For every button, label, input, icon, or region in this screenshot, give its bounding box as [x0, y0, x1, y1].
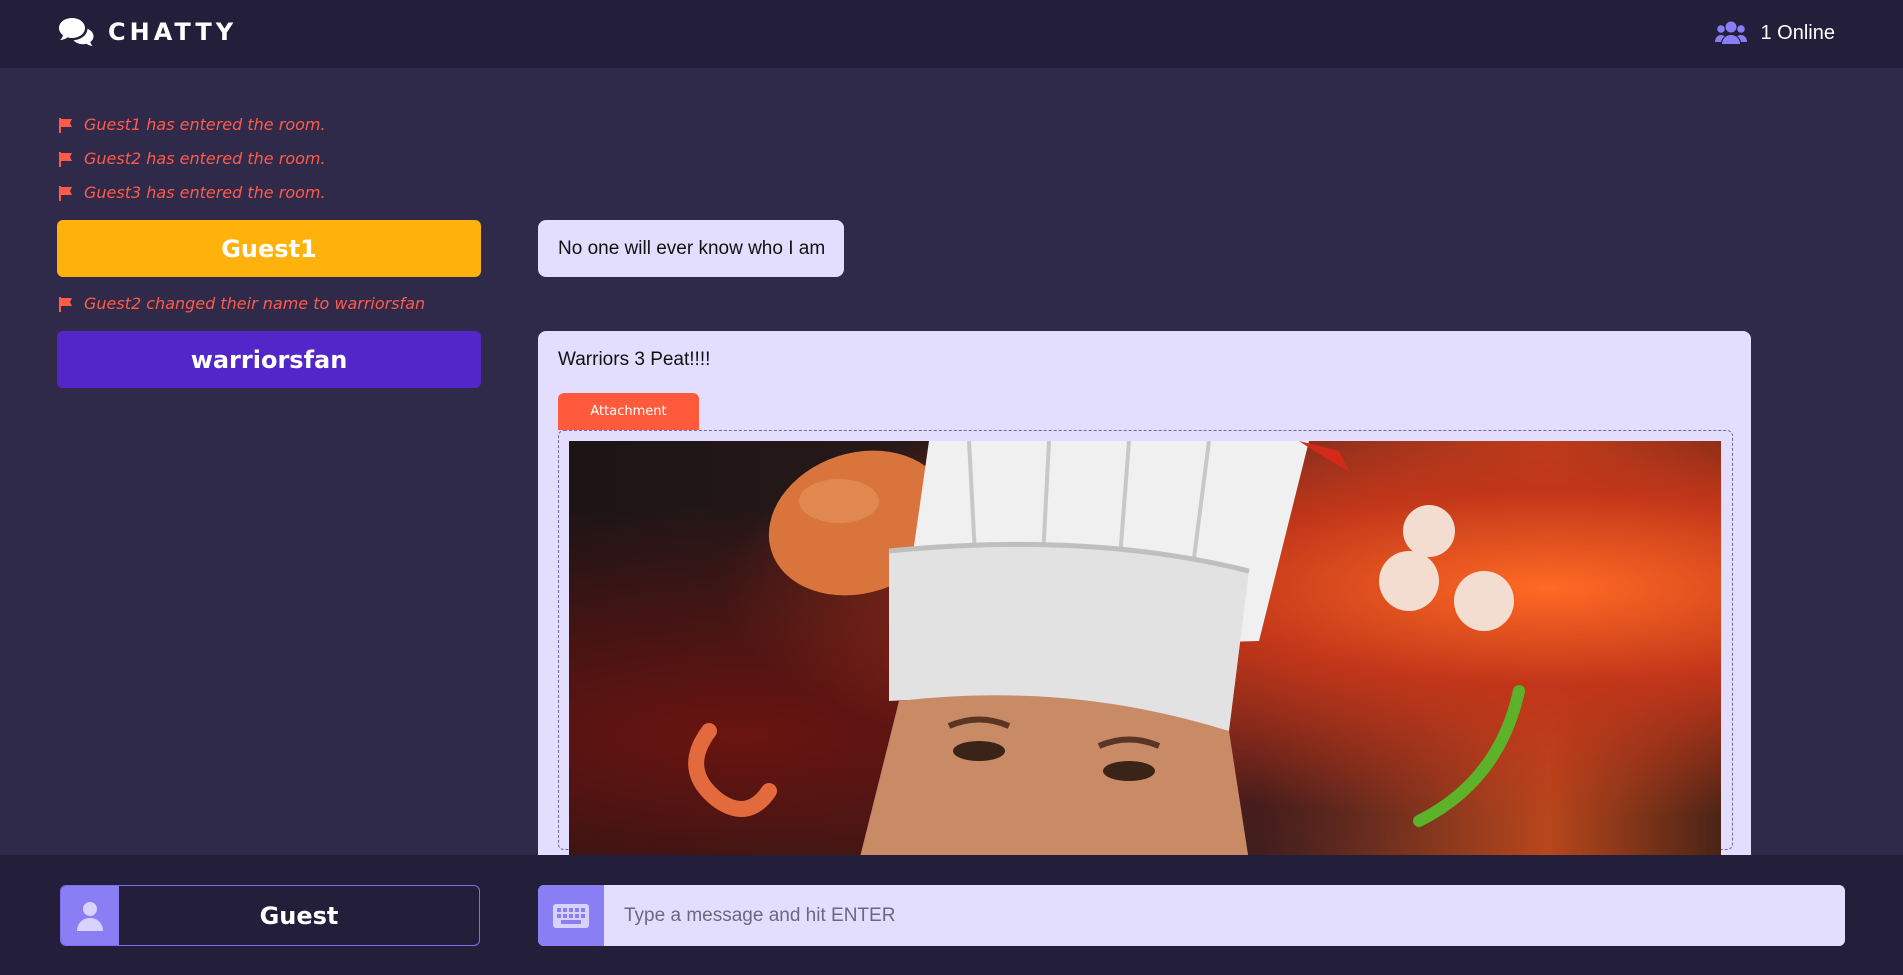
user-name-block: Guest1: [57, 220, 481, 277]
notice-item: Guest3 has entered the room.: [58, 183, 326, 202]
notice-item: Guest2 has entered the room.: [58, 149, 326, 168]
username-field[interactable]: Guest: [60, 885, 480, 946]
notice-text: Guest3 has entered the room.: [84, 183, 326, 202]
online-count: 1 Online: [1760, 21, 1836, 44]
message-composer[interactable]: [538, 885, 1845, 946]
notice-item: Guest2 changed their name to warriorsfan: [58, 294, 425, 313]
brand: CHATTY: [58, 16, 237, 48]
keyboard-icon: [553, 903, 589, 928]
chef-illustration: [688, 441, 1525, 861]
composer-bar: Guest: [0, 855, 1903, 975]
notice-text: Guest1 has entered the room.: [84, 115, 326, 134]
username-icon-wrap: [61, 886, 119, 945]
message-bubble: Warriors 3 Peat!!!! Attachment: [538, 331, 1751, 891]
user-name-block: warriorsfan: [57, 331, 481, 388]
attachment-image[interactable]: [569, 441, 1721, 861]
attachment-tab[interactable]: Attachment: [558, 393, 699, 430]
flag-icon: [59, 151, 72, 167]
flag-icon: [59, 185, 72, 201]
brand-name: CHATTY: [108, 18, 238, 46]
flag-icon: [59, 296, 72, 312]
notice-text: Guest2 changed their name to warriorsfan: [84, 294, 426, 313]
user-icon: [77, 901, 103, 931]
comments-icon: [59, 18, 94, 46]
user-name: warriorsfan: [190, 345, 348, 374]
user-name: Guest1: [221, 234, 317, 263]
flag-icon: [59, 117, 72, 133]
message-input[interactable]: [604, 885, 1845, 946]
online-indicator: 1 Online: [1714, 20, 1836, 46]
message-text: Warriors 3 Peat!!!!: [558, 349, 711, 370]
message-text: No one will ever know who I am: [558, 238, 826, 259]
attachment-frame: [558, 430, 1733, 861]
username-value[interactable]: Guest: [119, 886, 479, 945]
notice-text: Guest2 has entered the room.: [84, 149, 326, 168]
message-bubble: No one will ever know who I am: [538, 220, 844, 277]
notice-item: Guest1 has entered the room.: [58, 115, 326, 134]
top-bar: CHATTY 1 Online: [0, 0, 1903, 68]
users-icon: [1714, 21, 1747, 44]
keyboard-icon-wrap: [538, 885, 604, 946]
